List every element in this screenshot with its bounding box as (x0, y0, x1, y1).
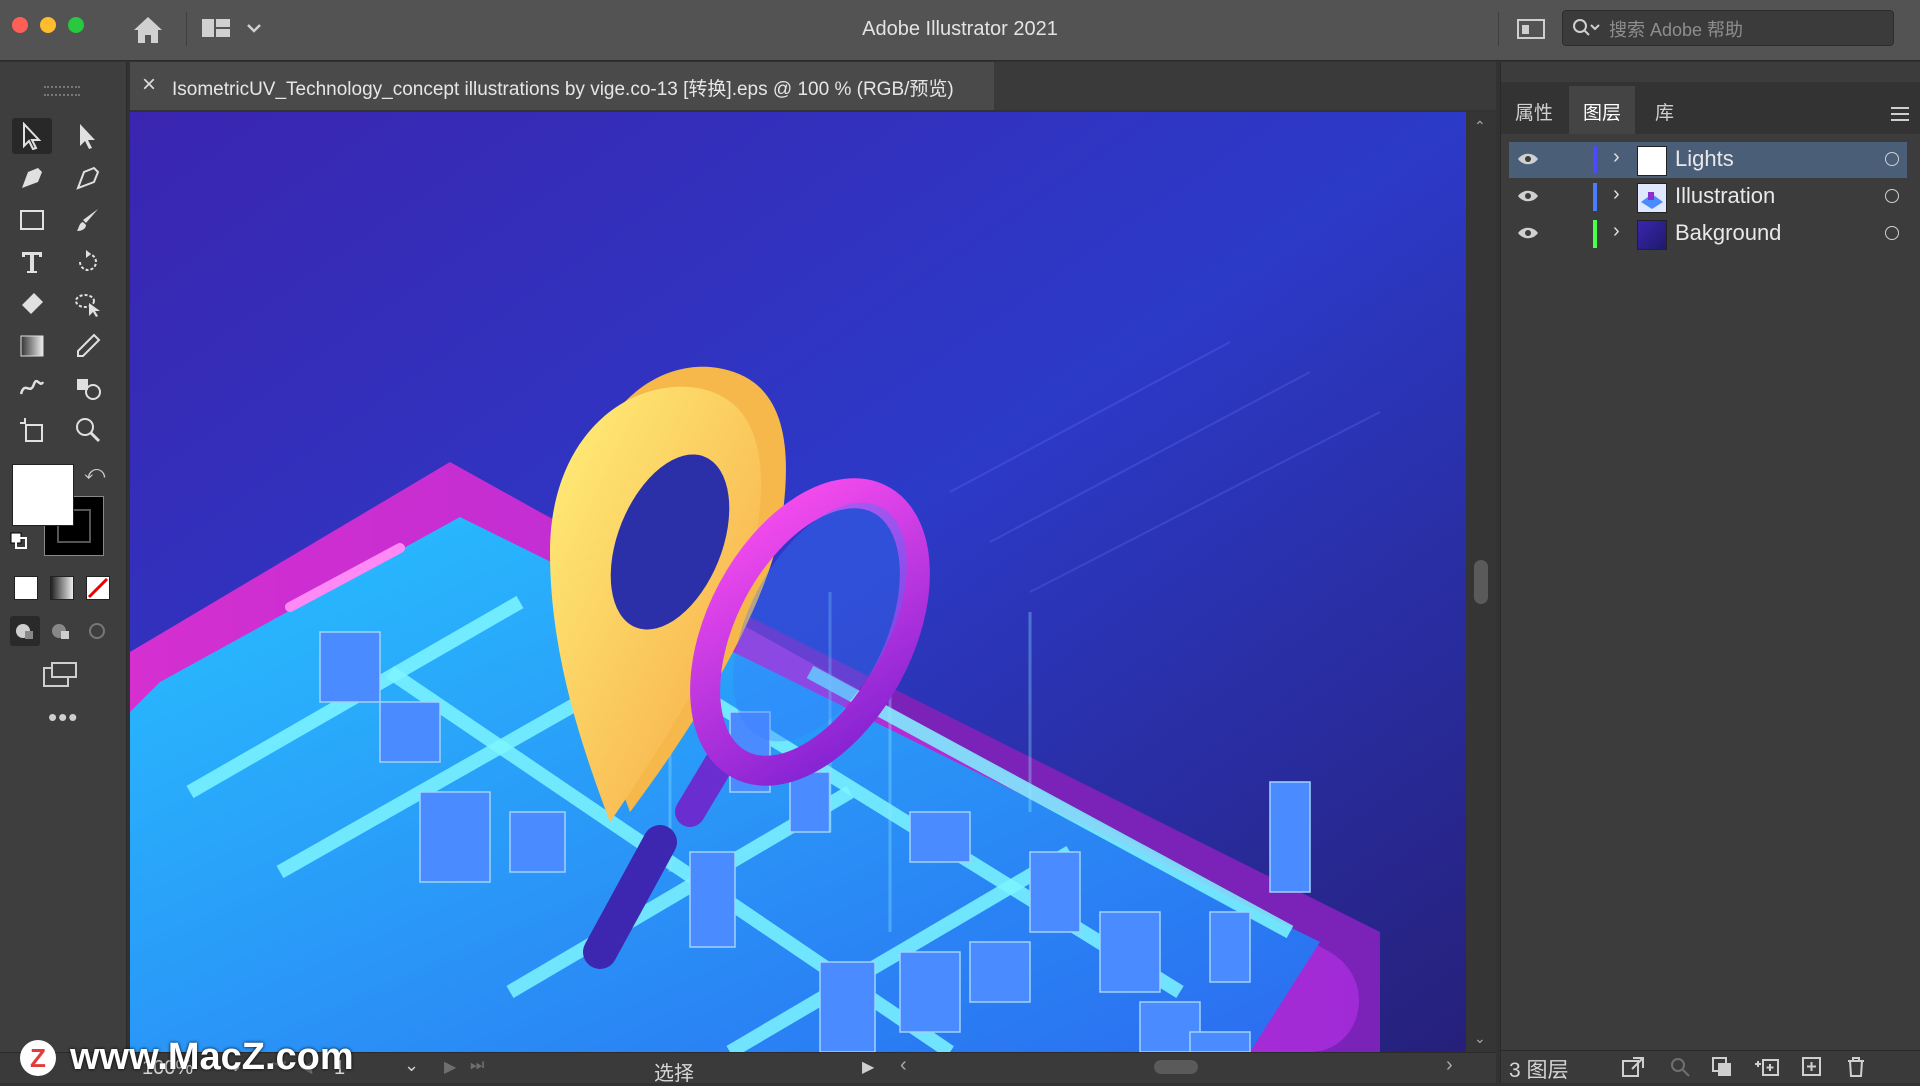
draw-behind-icon[interactable] (46, 616, 76, 646)
pen-tool-icon[interactable] (12, 160, 52, 196)
artboard-tool-icon[interactable] (12, 412, 52, 448)
title-bar: Adobe Illustrator 2021 搜索 Adobe 帮助 (0, 0, 1920, 61)
panel-menu-icon[interactable] (1891, 106, 1911, 122)
expand-chevron-icon[interactable]: › (1613, 220, 1620, 243)
eyedropper-tool-icon[interactable] (68, 328, 108, 364)
document-tab[interactable]: × IsometricUV_Technology_concept illustr… (130, 62, 994, 110)
expand-chevron-icon[interactable]: › (1613, 183, 1620, 206)
vertical-scrollbar[interactable]: ⌃ ⌄ (1466, 112, 1496, 1052)
draw-inside-icon[interactable] (82, 616, 112, 646)
tools-panel: ⤺ ••• (0, 62, 127, 1052)
close-tab-icon[interactable]: × (142, 71, 156, 99)
visibility-eye-icon[interactable] (1517, 187, 1539, 210)
artwork (130, 112, 1466, 1052)
shape-builder-tool-icon[interactable] (68, 370, 108, 406)
tab-properties[interactable]: 属性 (1501, 86, 1567, 134)
layer-color-bar (1593, 220, 1597, 248)
type-tool-icon[interactable] (12, 244, 52, 280)
delete-layer-icon[interactable] (1845, 1056, 1867, 1083)
toolbar-grip[interactable] (44, 86, 80, 96)
panel-layout-icon[interactable] (1516, 17, 1546, 41)
target-circle-icon[interactable] (1885, 226, 1899, 240)
none-mode-button[interactable] (86, 576, 110, 600)
color-mode-button[interactable] (14, 576, 38, 600)
paintbrush-tool-icon[interactable] (68, 202, 108, 238)
direct-selection-tool-icon[interactable] (68, 118, 108, 154)
horizontal-scrollbar[interactable]: ‹ › (900, 1052, 1460, 1082)
layer-count: 3 图层 (1509, 1059, 1569, 1082)
watermark-text: www.MacZ.com (70, 1036, 354, 1078)
create-new-layer-icon[interactable] (1801, 1056, 1823, 1083)
draw-normal-icon[interactable] (10, 616, 40, 646)
search-icon (1571, 16, 1603, 43)
blend-tool-icon[interactable] (12, 370, 52, 406)
eraser-tool-icon[interactable] (12, 286, 52, 322)
last-artboard-icon[interactable]: ⏭ (470, 1057, 484, 1075)
next-artboard-icon[interactable]: ▶ (444, 1057, 456, 1077)
visibility-eye-icon[interactable] (1517, 150, 1539, 173)
create-sublayer-icon[interactable] (1753, 1056, 1781, 1083)
gradient-tool-icon[interactable] (12, 328, 52, 364)
zoom-tool-icon[interactable] (68, 412, 108, 448)
layer-row-bakground[interactable]: › Bakground (1509, 216, 1907, 252)
search-placeholder: 搜索 Adobe 帮助 (1609, 20, 1744, 40)
artboard-dropdown-icon[interactable]: ⌄ (404, 1055, 419, 1076)
document-tab-label: IsometricUV_Technology_concept illustrat… (172, 79, 954, 100)
swap-fill-stroke-icon[interactable]: ⤺ (84, 462, 105, 485)
fill-swatch[interactable] (12, 464, 74, 526)
layers-panel: 属性 图层 库 › Lights › Illustration › Bakgro… (1500, 62, 1920, 1083)
rectangle-tool-icon[interactable] (12, 202, 52, 238)
target-circle-icon[interactable] (1885, 152, 1899, 166)
screen-mode-icon[interactable] (40, 660, 80, 690)
tab-libraries[interactable]: 库 (1641, 86, 1688, 134)
layer-thumbnail (1637, 220, 1667, 250)
collect-export-icon[interactable] (1621, 1056, 1645, 1083)
layer-name[interactable]: Bakground (1675, 220, 1781, 246)
artboard-canvas[interactable] (130, 112, 1466, 1052)
rotate-tool-icon[interactable] (68, 244, 108, 280)
curvature-tool-icon[interactable] (68, 160, 108, 196)
vertical-scroll-thumb[interactable] (1474, 560, 1488, 604)
gradient-mode-button[interactable] (50, 576, 74, 600)
target-circle-icon[interactable] (1885, 189, 1899, 203)
default-fill-stroke-icon[interactable] (10, 532, 28, 550)
visibility-eye-icon[interactable] (1517, 224, 1539, 247)
locate-object-icon[interactable] (1669, 1056, 1691, 1083)
tab-layers[interactable]: 图层 (1569, 86, 1636, 134)
layer-color-bar (1593, 183, 1597, 211)
layer-name[interactable]: Illustration (1675, 183, 1775, 209)
selection-tool-icon[interactable] (12, 118, 52, 154)
watermark-logo-icon: Z (20, 1040, 56, 1076)
scroll-left-icon[interactable]: ‹ (900, 1054, 907, 1077)
lasso-select-tool-icon[interactable] (68, 286, 108, 322)
layer-row-illustration[interactable]: › Illustration (1509, 179, 1907, 215)
layer-name[interactable]: Lights (1675, 146, 1734, 172)
expand-chevron-icon[interactable]: › (1613, 146, 1620, 169)
layer-row-lights[interactable]: › Lights (1509, 142, 1907, 178)
make-clipping-mask-icon[interactable] (1711, 1056, 1733, 1083)
watermark-logo-letter: Z (30, 1043, 46, 1073)
layer-thumbnail (1637, 183, 1667, 213)
horizontal-scroll-thumb[interactable] (1154, 1060, 1198, 1074)
status-menu-icon[interactable]: ▶ (862, 1057, 874, 1077)
edit-toolbar-more-icon[interactable]: ••• (48, 702, 78, 733)
scroll-up-icon[interactable]: ⌃ (1474, 118, 1486, 135)
scroll-right-icon[interactable]: › (1446, 1054, 1453, 1077)
scroll-down-icon[interactable]: ⌄ (1474, 1030, 1486, 1047)
layer-thumbnail (1637, 146, 1667, 176)
help-search-input[interactable]: 搜索 Adobe 帮助 (1562, 10, 1894, 46)
layer-color-bar (1593, 146, 1597, 174)
